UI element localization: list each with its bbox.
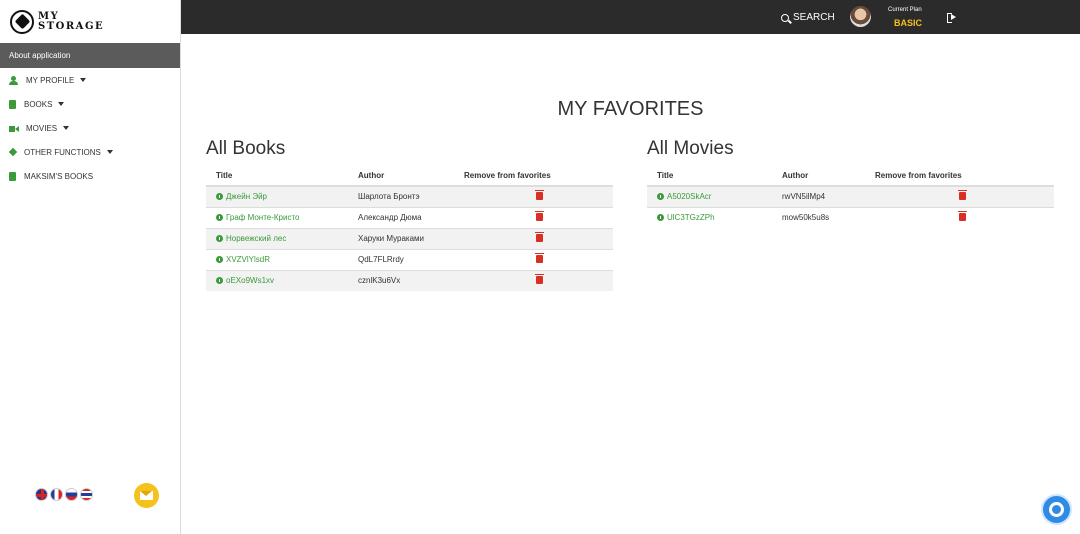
sidebar-item-label: MY PROFILE [26,75,75,85]
book-title-link[interactable]: Джейн Эйр [216,192,348,201]
info-icon [216,193,223,201]
movies-table: Title Author Remove from favorites A5020… [647,165,1054,228]
table-row: XVZVlYlsdR QdL7FLRrdy [206,248,613,270]
book-title-link[interactable]: XVZVlYlsdR [216,255,348,264]
ru-flag-icon[interactable] [65,488,78,501]
search-label: SEARCH [793,12,835,23]
table-row: A5020SkAcr rwVN5ilMp4 [647,185,1054,207]
search-button[interactable]: SEARCH [781,12,835,23]
book-title: XVZVlYlsdR [226,255,271,264]
trash-icon[interactable] [535,210,544,221]
sidebar-item-movies[interactable]: MOVIES [0,116,180,140]
table-row: UlC3TGzZPh mow50k5u8s [647,206,1054,228]
caret-down-icon [106,150,113,154]
info-icon [216,277,223,285]
info-icon [657,193,664,201]
logo-line-2: STORAGE [38,20,105,32]
table-row: Граф Монте-Кристо Александр Дюма [206,206,613,228]
sidebar-item-label: MAKSIM'S BOOKS [24,171,94,181]
sidebar-item-label: BOOKS [24,99,53,109]
info-icon [216,256,223,263]
book-title-link[interactable]: oEXo9Ws1xv [216,276,348,285]
help-button[interactable] [1041,494,1072,525]
search-icon [781,13,789,22]
table-row: oEXo9Ws1xv cznlK3u6Vx [206,269,613,291]
caret-down-icon [58,102,65,106]
logout-icon[interactable] [947,13,956,23]
sidebar-item-books[interactable]: BOOKS [0,92,180,116]
info-icon [216,214,223,221]
movie-author: mow50k5u8s [772,206,875,228]
th-flag-icon[interactable] [80,488,93,501]
fr-flag-icon[interactable] [50,488,63,501]
sidebar-item-label: MOVIES [26,123,58,133]
about-application-link[interactable]: About application [0,43,180,68]
books-table: Title Author Remove from favorites Джейн… [206,165,613,291]
movie-title-link[interactable]: A5020SkAcr [657,192,772,201]
lifebuoy-icon [1049,502,1064,517]
column-header-remove: Remove from favorites [462,165,613,187]
sidebar-item-label: OTHER FUNCTIONS [24,147,101,157]
sidebar-item-my-profile[interactable]: MY PROFILE [0,68,180,92]
table-row: Норвежский лес Харуки Мураками [206,227,613,249]
book-title: oEXo9Ws1xv [226,276,275,286]
column-header-title: Title [206,165,348,187]
book-author: cznlK3u6Vx [348,269,462,291]
caret-down-icon [80,78,87,82]
trash-icon[interactable] [535,231,544,242]
column-header-author: Author [772,165,875,187]
logo-line-1: MY [38,10,60,22]
sidebar: MY STORAGE About application MY PROFILE … [0,0,181,534]
trash-icon[interactable] [535,189,544,200]
table-row: Джейн Эйр Шарлота Бронтэ [206,185,613,207]
page-title: MY FAVORITES [557,98,704,120]
book-title: Норвежский лес [226,234,287,243]
column-header-title: Title [647,165,772,187]
current-plan-value[interactable]: BASIC [894,18,922,28]
uk-flag-icon[interactable] [35,488,48,501]
mail-button[interactable] [134,483,159,508]
trash-icon[interactable] [958,189,967,200]
sidebar-item-other-functions[interactable]: OTHER FUNCTIONS [0,140,180,164]
app-logo[interactable]: MY STORAGE [0,0,180,43]
book-icon [9,171,16,181]
diamond-icon [8,147,18,157]
book-author: Харуки Мураками [348,227,462,249]
envelope-icon [140,491,153,500]
user-icon [9,75,18,85]
movie-author: rwVN5ilMp4 [772,185,875,207]
cube-logo-icon [10,9,34,34]
trash-icon[interactable] [535,273,544,284]
column-header-remove: Remove from favorites [875,165,1054,187]
avatar[interactable] [850,6,871,27]
book-title: Граф Монте-Кристо [226,213,300,222]
trash-icon[interactable] [535,252,544,263]
info-icon [216,235,223,242]
book-title-link[interactable]: Норвежский лес [216,234,348,243]
caret-down-icon [63,126,70,130]
book-title-link[interactable]: Граф Монте-Кристо [216,213,348,222]
column-header-author: Author [348,165,462,187]
movie-title: UlC3TGzZPh [667,213,715,223]
sidebar-item-maksims-books[interactable]: MAKSIM'S BOOKS [0,164,180,188]
trash-icon[interactable] [958,210,967,221]
top-navbar: SEARCH Current Plan BASIC [181,0,1080,34]
book-title: Джейн Эйр [226,192,267,202]
video-camera-icon [9,124,19,133]
books-section-title: All Books [206,138,286,159]
book-author: Александр Дюма [348,206,462,228]
info-icon [657,214,664,222]
movie-title-link[interactable]: UlC3TGzZPh [657,213,772,222]
current-plan-label: Current Plan [888,7,922,13]
book-author: QdL7FLRrdy [348,248,462,270]
movie-title: A5020SkAcr [667,192,712,202]
book-author: Шарлота Бронтэ [348,185,462,207]
movies-section-title: All Movies [647,138,734,159]
language-switcher [35,488,93,501]
book-icon [9,99,16,109]
